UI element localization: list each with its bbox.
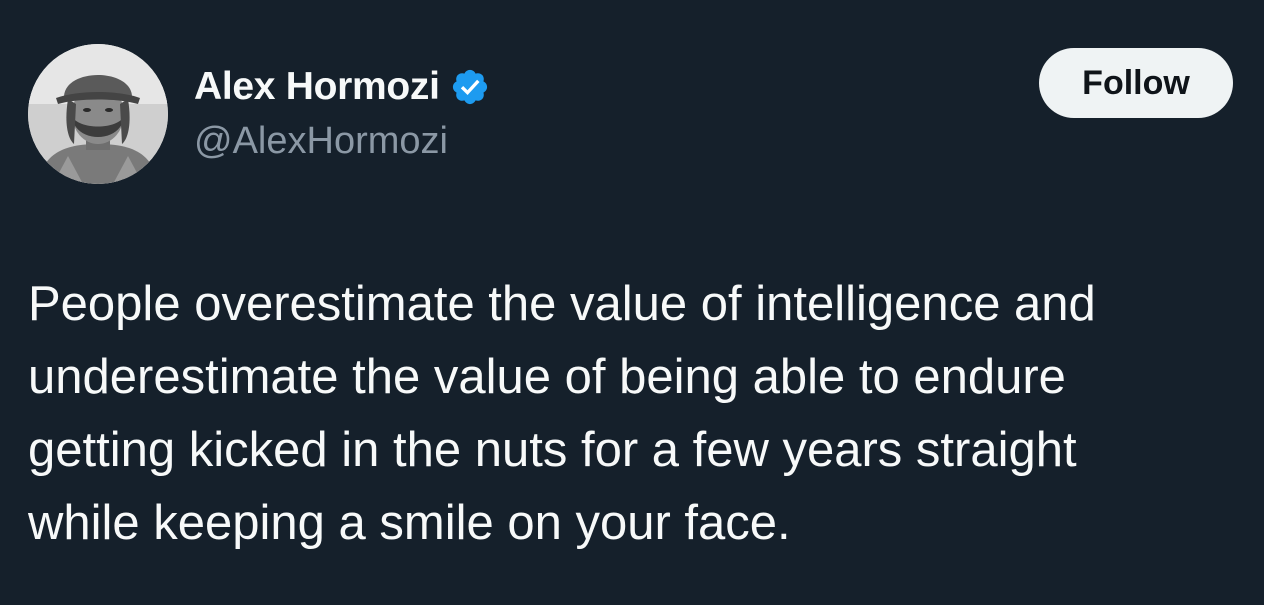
tweet-text-line: getting kicked in the nuts for a few yea… [28, 423, 1077, 477]
tweet-text: People overestimate the value of intelli… [28, 268, 1243, 560]
follow-button[interactable]: Follow [1039, 48, 1233, 118]
verified-badge-icon [450, 67, 490, 107]
author-display-name[interactable]: Alex Hormozi [194, 65, 440, 109]
tweet-text-line: underestimate the value of being able to… [28, 350, 1066, 404]
tweet-card: Alex Hormozi @AlexHormozi Follow People … [0, 0, 1264, 605]
tweet-text-line: People overestimate the value of intelli… [28, 277, 1096, 331]
author-handle[interactable]: @AlexHormozi [194, 120, 448, 163]
user-avatar-photo-icon [28, 44, 168, 184]
avatar[interactable] [28, 44, 168, 184]
author-name-row: Alex Hormozi [194, 62, 490, 112]
tweet-text-line: while keeping a smile on your face. [28, 496, 791, 550]
